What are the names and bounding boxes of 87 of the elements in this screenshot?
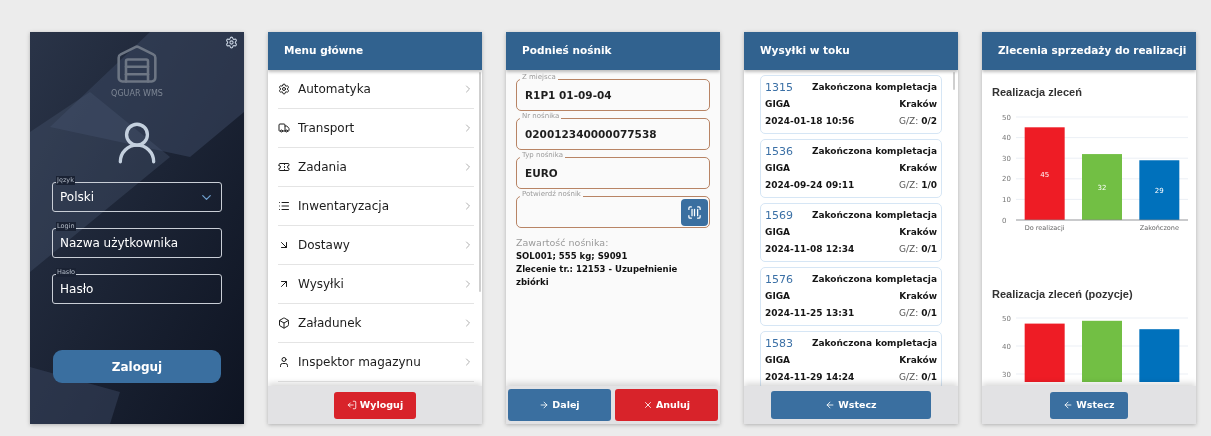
gz-value: 0/1 [921, 243, 937, 256]
menu-item[interactable]: Załadunek [278, 304, 474, 343]
gz-value: 0/1 [921, 307, 937, 320]
gz-label: G/Z: [898, 307, 919, 320]
next-button[interactable]: Dalej [508, 389, 611, 421]
screen-title: Podnieś nośnik [522, 43, 612, 59]
shipment-status: Zakończona kompletacja [811, 337, 937, 350]
shipment-status: Zakończona kompletacja [811, 209, 937, 222]
box-icon [278, 317, 290, 329]
client-name: GIGA [765, 162, 791, 175]
truck-icon [278, 122, 290, 134]
language-select[interactable]: Polski [52, 182, 222, 212]
content-text: SOL001; 555 kg; S9091 [516, 250, 629, 264]
back-button[interactable]: Wstecz [771, 391, 931, 419]
menu-item[interactable]: Inspektor magazynu [278, 343, 474, 382]
arrow-down-right-icon [278, 239, 290, 251]
arrow-right-icon [539, 400, 550, 410]
menu-item[interactable]: Dostawy [278, 226, 474, 265]
menu-item[interactable]: Transport [278, 109, 474, 148]
login-field[interactable]: Nazwa użytkownika [52, 228, 222, 258]
client-name: GIGA [765, 226, 791, 239]
person-icon [278, 356, 290, 368]
input-field[interactable]: R1P1 01-09-04 [516, 79, 710, 111]
menu-item[interactable]: Automatyka [278, 70, 474, 109]
arrow-left-icon [1063, 400, 1074, 410]
password-field[interactable]: Hasło [52, 274, 222, 304]
date-time: 2024-11-25 13:31 [765, 307, 855, 320]
gz-label: G/Z: [898, 115, 919, 128]
shipment-number: 1536 [765, 144, 793, 160]
client-name: GIGA [765, 98, 791, 111]
menu-item[interactable]: Inwentaryzacja [278, 187, 474, 226]
shipment-number: 1569 [765, 208, 793, 224]
logout-icon [346, 400, 357, 410]
gz-label: G/Z: [898, 371, 919, 384]
screen-title: Menu główne [284, 43, 364, 59]
date-time: 2024-11-08 12:34 [765, 243, 855, 256]
date-time: 2024-11-29 14:24 [765, 371, 855, 384]
login-button[interactable]: Zaloguj [53, 350, 221, 383]
scan-button[interactable] [681, 198, 708, 226]
shipment-number: 1576 [765, 272, 793, 288]
logout-button[interactable]: Wyloguj [334, 391, 416, 419]
scrollbar[interactable] [479, 72, 481, 292]
menu-item[interactable]: Wysyłki [278, 265, 474, 304]
shipment-status: Zakończona kompletacja [811, 81, 937, 94]
content-label: Zawartość nośnika: [516, 236, 610, 250]
logo-text: QGUAR WMS [111, 88, 163, 100]
client-name: GIGA [765, 290, 791, 303]
city-name: Kraków [899, 162, 937, 175]
shipment-card[interactable]: 1315 Zakończona kompletacja GIGA Kraków 2024-01-18 10:56 G/Z: 0/2 [760, 75, 942, 134]
close-icon [642, 400, 653, 410]
screen-title: Zlecenia sprzedaży do realizacji [998, 43, 1187, 59]
chart-title: Realizacja zleceń [992, 85, 1083, 100]
shipment-number: 1583 [765, 336, 793, 352]
shipment-status: Zakończona kompletacja [811, 145, 937, 158]
date-time: 2024-01-18 10:56 [765, 115, 855, 128]
input-field[interactable]: EURO [516, 157, 710, 189]
gear-icon [278, 83, 290, 95]
client-name: GIGA [765, 354, 791, 367]
content-text: Zlecenie tr.: 12153 - Uzupełnienie zbiórki [516, 263, 679, 290]
shipment-card[interactable]: 1576 Zakończona kompletacja GIGA Kraków 2024-11-25 13:31 G/Z: 0/1 [760, 267, 942, 326]
barcode-scan-icon [687, 204, 702, 220]
gz-value: 1/0 [921, 179, 937, 192]
city-name: Kraków [899, 98, 937, 111]
city-name: Kraków [899, 354, 937, 367]
shipment-status: Zakończona kompletacja [811, 273, 937, 286]
menu-item[interactable]: Zadania [278, 148, 474, 187]
input-field[interactable]: 020012340000077538 [516, 118, 710, 150]
shipment-card[interactable]: 1569 Zakończona kompletacja GIGA Kraków 2024-11-08 12:34 G/Z: 0/1 [760, 203, 942, 262]
city-name: Kraków [899, 226, 937, 239]
arrow-left-icon [825, 400, 836, 410]
date-time: 2024-09-24 09:11 [765, 179, 855, 192]
shipment-number: 1315 [765, 80, 793, 96]
screen-title: Wysyłki w toku [760, 43, 850, 59]
ticket-icon [278, 161, 290, 173]
shipment-card[interactable]: 1536 Zakończona kompletacja GIGA Kraków 2024-09-24 09:11 G/Z: 1/0 [760, 139, 942, 198]
cancel-button[interactable]: Anuluj [615, 389, 718, 421]
gz-value: 0/2 [921, 115, 937, 128]
gz-label: G/Z: [898, 179, 919, 192]
gz-label: G/Z: [898, 243, 919, 256]
back-button[interactable]: Wstecz [1050, 391, 1128, 419]
city-name: Kraków [899, 290, 937, 303]
scrollbar[interactable] [953, 72, 955, 90]
gz-value: 0/1 [921, 371, 937, 384]
arrow-up-right-icon [278, 278, 290, 290]
list-icon [278, 200, 290, 212]
settings-icon[interactable] [225, 36, 238, 49]
chart-title: Realizacja zleceń (pozycje) [992, 286, 1134, 302]
